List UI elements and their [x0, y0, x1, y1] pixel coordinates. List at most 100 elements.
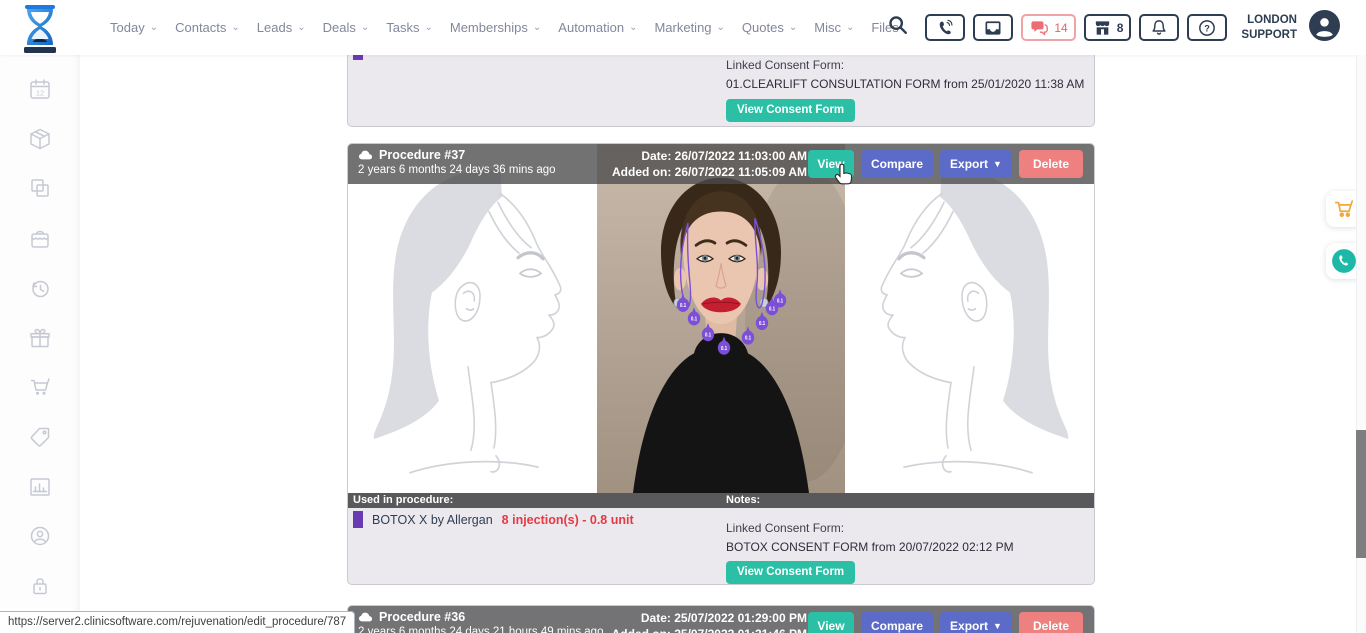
cloud-icon	[358, 611, 373, 623]
inbox-button[interactable]	[973, 14, 1013, 41]
nav-item-leads[interactable]: Leads⌄	[257, 20, 306, 35]
delete-button[interactable]: Delete	[1019, 150, 1083, 178]
inbox-icon	[983, 18, 1003, 38]
previous-consent-block: Linked Consent Form: 01.CLEARLIFT CONSUL…	[726, 58, 1084, 122]
lock-icon[interactable]	[28, 574, 52, 598]
procedure-age: 2 years 6 months 24 days 21 hours 49 min…	[358, 626, 603, 633]
app-window: Today⌄ Contacts⌄ Leads⌄ Deals⌄ Tasks⌄ Members…	[0, 0, 1366, 633]
procedure-title: Procedure #36	[379, 610, 465, 624]
gift-icon[interactable]	[28, 326, 52, 350]
procedure-card-36: Procedure #36 2 years 6 months 24 days 2…	[347, 605, 1095, 633]
linked-consent-label: Linked Consent Form:	[726, 58, 1084, 72]
delete-button[interactable]: Delete	[1019, 612, 1083, 633]
svg-text:0.1: 0.1	[745, 335, 752, 341]
account-name: LONDON SUPPORT	[1241, 13, 1297, 43]
view-button[interactable]: View	[808, 150, 854, 178]
nav-item-misc[interactable]: Misc⌄	[814, 20, 854, 35]
notifications-button[interactable]	[1139, 14, 1179, 41]
export-button[interactable]: Export▼	[940, 612, 1012, 633]
product-color-swatch	[353, 55, 363, 60]
linked-consent-value: 01.CLEARLIFT CONSULTATION FORM from 25/0…	[726, 77, 1084, 91]
chevron-down-icon: ⌄	[717, 22, 725, 33]
product-color-swatch	[353, 511, 363, 528]
chat-button[interactable]: 14	[1021, 14, 1075, 41]
report-icon[interactable]	[28, 475, 52, 499]
package-icon[interactable]	[28, 127, 52, 151]
phone-button[interactable]	[925, 14, 965, 41]
bag-icon[interactable]	[28, 226, 52, 250]
view-consent-form-button[interactable]: View Consent Form	[726, 561, 855, 584]
cart-icon[interactable]	[28, 375, 52, 399]
section-headers: Used in procedure: Notes:	[348, 493, 1094, 508]
nav-item-deals[interactable]: Deals⌄	[323, 20, 370, 35]
nav-item-automation[interactable]: Automation⌄	[558, 20, 637, 35]
profile-diagram-left[interactable]	[348, 144, 597, 493]
help-icon: ?	[1197, 18, 1217, 38]
account-icon[interactable]	[28, 524, 52, 548]
chevron-down-icon: ⌄	[150, 22, 158, 33]
svg-text:0.1: 0.1	[759, 321, 766, 327]
product-name: BOTOX X by Allergan	[372, 513, 493, 527]
procedure-date: Date: 26/07/2022 11:03:00 AM	[612, 148, 807, 164]
tags-icon[interactable]	[28, 425, 52, 449]
pos-button[interactable]: 8	[1084, 14, 1132, 41]
copy-icon[interactable]	[28, 176, 52, 200]
bell-icon	[1149, 18, 1169, 38]
nav-item-marketing[interactable]: Marketing⌄	[654, 20, 724, 35]
nav-item-memberships[interactable]: Memberships⌄	[450, 20, 541, 35]
cart-icon	[1333, 198, 1355, 220]
chat-count-badge: 14	[1054, 21, 1067, 35]
view-consent-form-button[interactable]: View Consent Form	[726, 99, 855, 122]
chevron-down-icon: ⌄	[846, 22, 854, 33]
procedure-date: Date: 25/07/2022 01:29:00 PM	[612, 610, 807, 626]
compare-button[interactable]: Compare	[861, 150, 933, 178]
nav-item-quotes[interactable]: Quotes⌄	[742, 20, 797, 35]
svg-text:0.1: 0.1	[691, 316, 698, 322]
procedure-36-actions: View Compare Export▼ Delete	[808, 612, 1083, 633]
svg-text:?: ?	[1205, 23, 1211, 33]
nav-item-today[interactable]: Today⌄	[110, 20, 158, 35]
history-icon[interactable]	[28, 276, 52, 300]
chevron-down-icon: ⌄	[533, 22, 541, 33]
chevron-down-icon: ⌄	[297, 22, 305, 33]
scrollbar-thumb[interactable]	[1356, 430, 1366, 558]
nav-item-tasks[interactable]: Tasks⌄	[386, 20, 433, 35]
help-button[interactable]: ?	[1187, 14, 1227, 41]
svg-text:0.1: 0.1	[769, 306, 776, 312]
procedure-images: 0.10.10.10.10.10.10.10.1	[348, 144, 1094, 493]
shop-icon	[1092, 18, 1113, 38]
used-in-procedure-header: Used in procedure:	[348, 493, 721, 508]
procedure-added: Added on: 25/07/2022 01:31:46 PM	[612, 626, 807, 633]
chevron-down-icon: ⌄	[231, 22, 239, 33]
procedure-age: 2 years 6 months 24 days 36 mins ago	[358, 164, 556, 176]
pos-count-badge: 8	[1117, 21, 1124, 35]
notes-consent-block: Linked Consent Form: BOTOX CONSENT FORM …	[726, 521, 1014, 584]
phone-circle-icon	[1331, 248, 1357, 274]
chevron-down-icon: ▼	[993, 159, 1002, 169]
profile-diagram-right[interactable]	[845, 144, 1094, 493]
product-row: BOTOX X by Allergan 8 injection(s) - 0.8…	[353, 511, 634, 528]
search-icon[interactable]	[887, 14, 909, 41]
procedure-37-info: Procedure #37 2 years 6 months 24 days 3…	[358, 148, 556, 176]
procedure-added: Added on: 26/07/2022 11:05:09 AM	[612, 164, 807, 180]
compare-button[interactable]: Compare	[861, 612, 933, 633]
clinicsoftware-logo[interactable]	[18, 4, 62, 54]
procedure-37-actions: View Compare Export▼ Delete	[808, 150, 1083, 178]
avatar[interactable]	[1309, 10, 1340, 46]
export-button[interactable]: Export▼	[940, 150, 1012, 178]
svg-text:0.1: 0.1	[705, 332, 712, 338]
procedure-36-header: Procedure #36 2 years 6 months 24 days 2…	[348, 606, 1094, 633]
top-header: Today⌄ Contacts⌄ Leads⌄ Deals⌄ Tasks⌄ Members…	[0, 0, 1366, 55]
procedure-photo[interactable]: 0.10.10.10.10.10.10.10.1	[597, 144, 845, 493]
procedure-title: Procedure #37	[379, 148, 465, 162]
procedure-37-dates: Date: 26/07/2022 11:03:00 AM Added on: 2…	[612, 148, 807, 180]
nav-item-contacts[interactable]: Contacts⌄	[175, 20, 240, 35]
svg-text:0.1: 0.1	[721, 346, 728, 352]
notes-header: Notes:	[721, 493, 1094, 508]
chevron-down-icon: ⌄	[361, 22, 369, 33]
product-usage: 8 injection(s) - 0.8 unit	[502, 513, 634, 527]
view-button[interactable]: View	[808, 612, 854, 633]
calendar-12-icon[interactable]: 12	[28, 77, 52, 101]
sidebar: 12	[0, 55, 80, 633]
procedure-card-previous: Linked Consent Form: 01.CLEARLIFT CONSUL…	[347, 55, 1095, 127]
